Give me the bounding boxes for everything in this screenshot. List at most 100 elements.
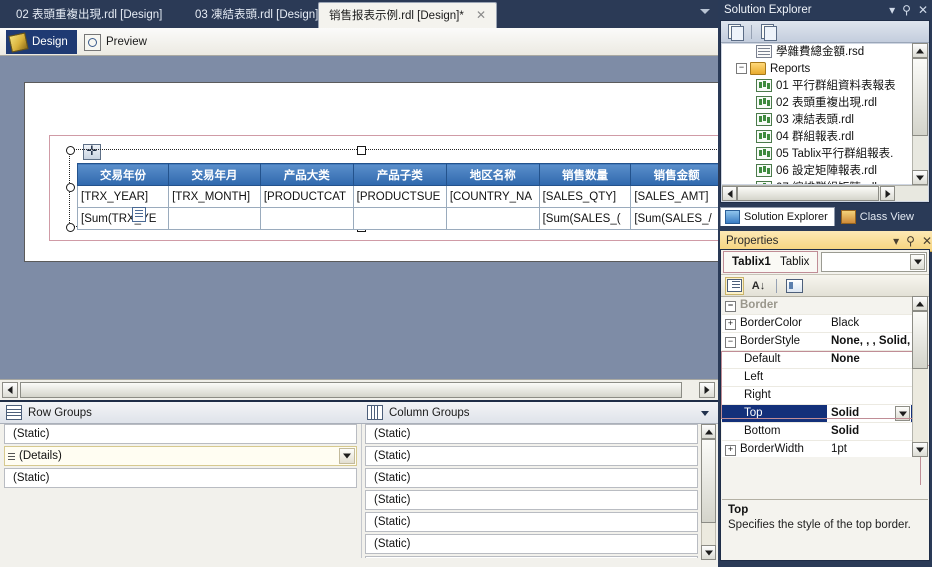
scroll-down-button[interactable] xyxy=(912,442,928,457)
column-group-item[interactable]: (Static) xyxy=(365,512,698,532)
column-group-item[interactable]: (Static) xyxy=(365,490,698,510)
property-value[interactable]: Black xyxy=(827,315,911,332)
property-value[interactable]: None xyxy=(827,351,911,368)
tablix-detail-cell[interactable]: [SALES_AMT] xyxy=(630,185,718,208)
tree-item-reports-folder[interactable]: − Reports xyxy=(722,61,928,78)
column-groups-scrollbar[interactable] xyxy=(701,424,716,560)
property-row-bordercolor[interactable]: + BorderColor Black xyxy=(722,315,928,333)
tablix-header-cell[interactable]: 产品大类 xyxy=(259,163,354,186)
canvas-horizontal-scrollbar[interactable] xyxy=(0,379,718,400)
tab-solution-explorer[interactable]: Solution Explorer xyxy=(720,207,835,226)
tablix-detail-cell[interactable]: [TRX_YEAR] xyxy=(76,185,170,208)
scroll-right-button[interactable] xyxy=(699,382,715,398)
property-value[interactable] xyxy=(827,387,911,404)
property-row-left[interactable]: Left xyxy=(722,369,928,387)
property-category-border[interactable]: − Border xyxy=(722,297,928,315)
tablix-total-cell[interactable]: [Sum(SALES_/ xyxy=(630,207,718,230)
document-tab-0[interactable]: 02 表頭重複出現.rdl [Design] xyxy=(6,3,172,28)
column-group-item[interactable]: (Static) xyxy=(365,446,698,466)
tree-item-report-06[interactable]: 06 設定矩陣報表.rdl xyxy=(722,163,928,180)
scroll-thumb[interactable] xyxy=(737,186,879,201)
column-group-item[interactable]: (Static) xyxy=(365,556,698,558)
tree-item-report-01[interactable]: 01 平行群組資料表報表 xyxy=(722,78,928,95)
tablix-detail-cell[interactable]: [TRX_MONTH] xyxy=(168,185,261,208)
tablix-handle-bottomleft[interactable] xyxy=(66,223,75,232)
tree-item-report-05[interactable]: 05 Tablix平行群組報表. xyxy=(722,146,928,163)
design-canvas[interactable]: 交易年份 交易年月 产品大类 产品子类 地区名称 销售数量 销售金额 [TRX_… xyxy=(0,56,718,379)
property-pages-button[interactable] xyxy=(785,277,804,295)
report-body-page[interactable]: 交易年份 交易年月 产品大类 产品子类 地区名称 销售数量 销售金额 [TRX_… xyxy=(24,82,718,262)
chevron-down-icon[interactable] xyxy=(700,9,710,14)
tablix-header-cell[interactable]: 地区名称 xyxy=(445,163,540,186)
scroll-up-button[interactable] xyxy=(912,296,928,311)
tablix-detail-cell[interactable]: [PRODUCTSUE xyxy=(352,185,447,208)
row-group-dropdown-button[interactable] xyxy=(339,448,355,464)
chevron-down-icon[interactable]: ▾ xyxy=(889,4,895,16)
tablix-move-handle[interactable] xyxy=(83,142,101,160)
properties-grid[interactable]: − Border + BorderColor Black − BorderSty… xyxy=(722,297,928,457)
tree-item-report-03[interactable]: 03 凍結表頭.rdl xyxy=(722,112,928,129)
row-group-item[interactable]: (Static) xyxy=(4,468,357,488)
alphabetical-view-button[interactable]: A↓ xyxy=(749,277,768,295)
column-group-item[interactable]: (Static) xyxy=(365,468,698,488)
row-group-item[interactable]: (Static) xyxy=(4,424,357,444)
scroll-thumb[interactable] xyxy=(20,382,682,398)
tablix-handle-topleft[interactable] xyxy=(66,146,75,155)
pin-icon[interactable]: ⚲ xyxy=(902,4,911,16)
scroll-right-button[interactable] xyxy=(880,186,895,201)
tablix-header-cell[interactable]: 销售金额 xyxy=(630,163,718,186)
tablix-detail-cell[interactable]: [COUNTRY_NA xyxy=(445,185,540,208)
preview-view-button[interactable]: Preview xyxy=(80,30,156,54)
tablix-total-cell[interactable] xyxy=(168,207,261,230)
scroll-up-button[interactable] xyxy=(912,43,928,58)
property-row-borderstyle[interactable]: − BorderStyle None, , , Solid, S xyxy=(722,333,928,351)
expression-badge-icon[interactable] xyxy=(132,207,146,222)
property-value-dropdown-button[interactable] xyxy=(895,406,910,421)
tablix-handle-topmid[interactable] xyxy=(357,146,366,155)
properties-grid-scrollbar[interactable] xyxy=(912,296,928,457)
property-row-right[interactable]: Right xyxy=(722,387,928,405)
categorized-view-button[interactable] xyxy=(725,276,744,295)
scroll-thumb[interactable] xyxy=(912,58,928,136)
object-dropdown-button[interactable] xyxy=(910,254,925,270)
scroll-thumb[interactable] xyxy=(701,439,716,523)
properties-object-combobox[interactable] xyxy=(821,252,927,272)
document-tab-1[interactable]: 03 凍結表頭.rdl [Design] xyxy=(185,3,328,28)
solution-explorer-vscrollbar[interactable] xyxy=(912,43,928,185)
tree-item-report-07[interactable]: 07 縮排群組矩陣.rdl xyxy=(722,180,928,184)
row-group-item-details[interactable]: (Details) xyxy=(4,446,357,466)
tablix-total-cell[interactable] xyxy=(445,207,540,230)
tablix-handle-midleft[interactable] xyxy=(66,183,75,192)
scroll-left-button[interactable] xyxy=(722,186,737,201)
tablix-control[interactable]: 交易年份 交易年月 产品大类 产品子类 地区名称 销售数量 销售金额 [TRX_… xyxy=(76,163,718,230)
properties-window-icon[interactable] xyxy=(726,23,744,41)
chevron-down-icon[interactable] xyxy=(701,411,709,416)
tablix-total-cell[interactable] xyxy=(259,207,354,230)
scroll-down-button[interactable] xyxy=(912,170,928,185)
show-all-files-icon[interactable] xyxy=(759,23,777,41)
expander-icon[interactable]: − xyxy=(736,63,747,75)
tablix-total-cell[interactable]: [Sum(SALES_( xyxy=(538,207,632,230)
tablix-detail-cell[interactable]: [SALES_QTY] xyxy=(538,185,632,208)
tablix-header-cell[interactable]: 交易年月 xyxy=(168,163,261,186)
solution-explorer-tree[interactable]: 學雜費總金額.rsd − Reports 01 平行群組資料表報表 02 表頭重複… xyxy=(722,44,928,184)
design-view-button[interactable]: Design xyxy=(6,30,77,54)
property-row-borderwidth[interactable]: + BorderWidth 1pt xyxy=(722,441,928,457)
property-row-top[interactable]: Top Solid xyxy=(722,405,928,423)
property-row-default[interactable]: Default None xyxy=(722,351,928,369)
properties-object-name[interactable]: Tablix1 Tablix xyxy=(723,251,819,273)
drag-handle-icon[interactable] xyxy=(8,453,15,454)
tablix-header-cell[interactable]: 产品子类 xyxy=(352,163,447,186)
property-value[interactable]: None, , , Solid, S xyxy=(827,333,911,350)
column-group-item[interactable]: (Static) xyxy=(365,424,698,444)
tablix-total-cell[interactable] xyxy=(352,207,447,230)
solution-explorer-hscrollbar[interactable] xyxy=(722,185,928,201)
property-value[interactable]: Solid xyxy=(827,423,911,440)
chevron-down-icon[interactable]: ▾ xyxy=(893,235,899,247)
tree-item-report-02[interactable]: 02 表頭重複出現.rdl xyxy=(722,95,928,112)
tablix-total-cell[interactable]: [Sum(TRX_YE xyxy=(76,207,170,230)
scroll-thumb[interactable] xyxy=(912,311,928,369)
tablix-detail-cell[interactable]: [PRODUCTCAT xyxy=(259,185,354,208)
property-row-bottom[interactable]: Bottom Solid xyxy=(722,423,928,441)
pin-icon[interactable]: ⚲ xyxy=(906,235,915,247)
